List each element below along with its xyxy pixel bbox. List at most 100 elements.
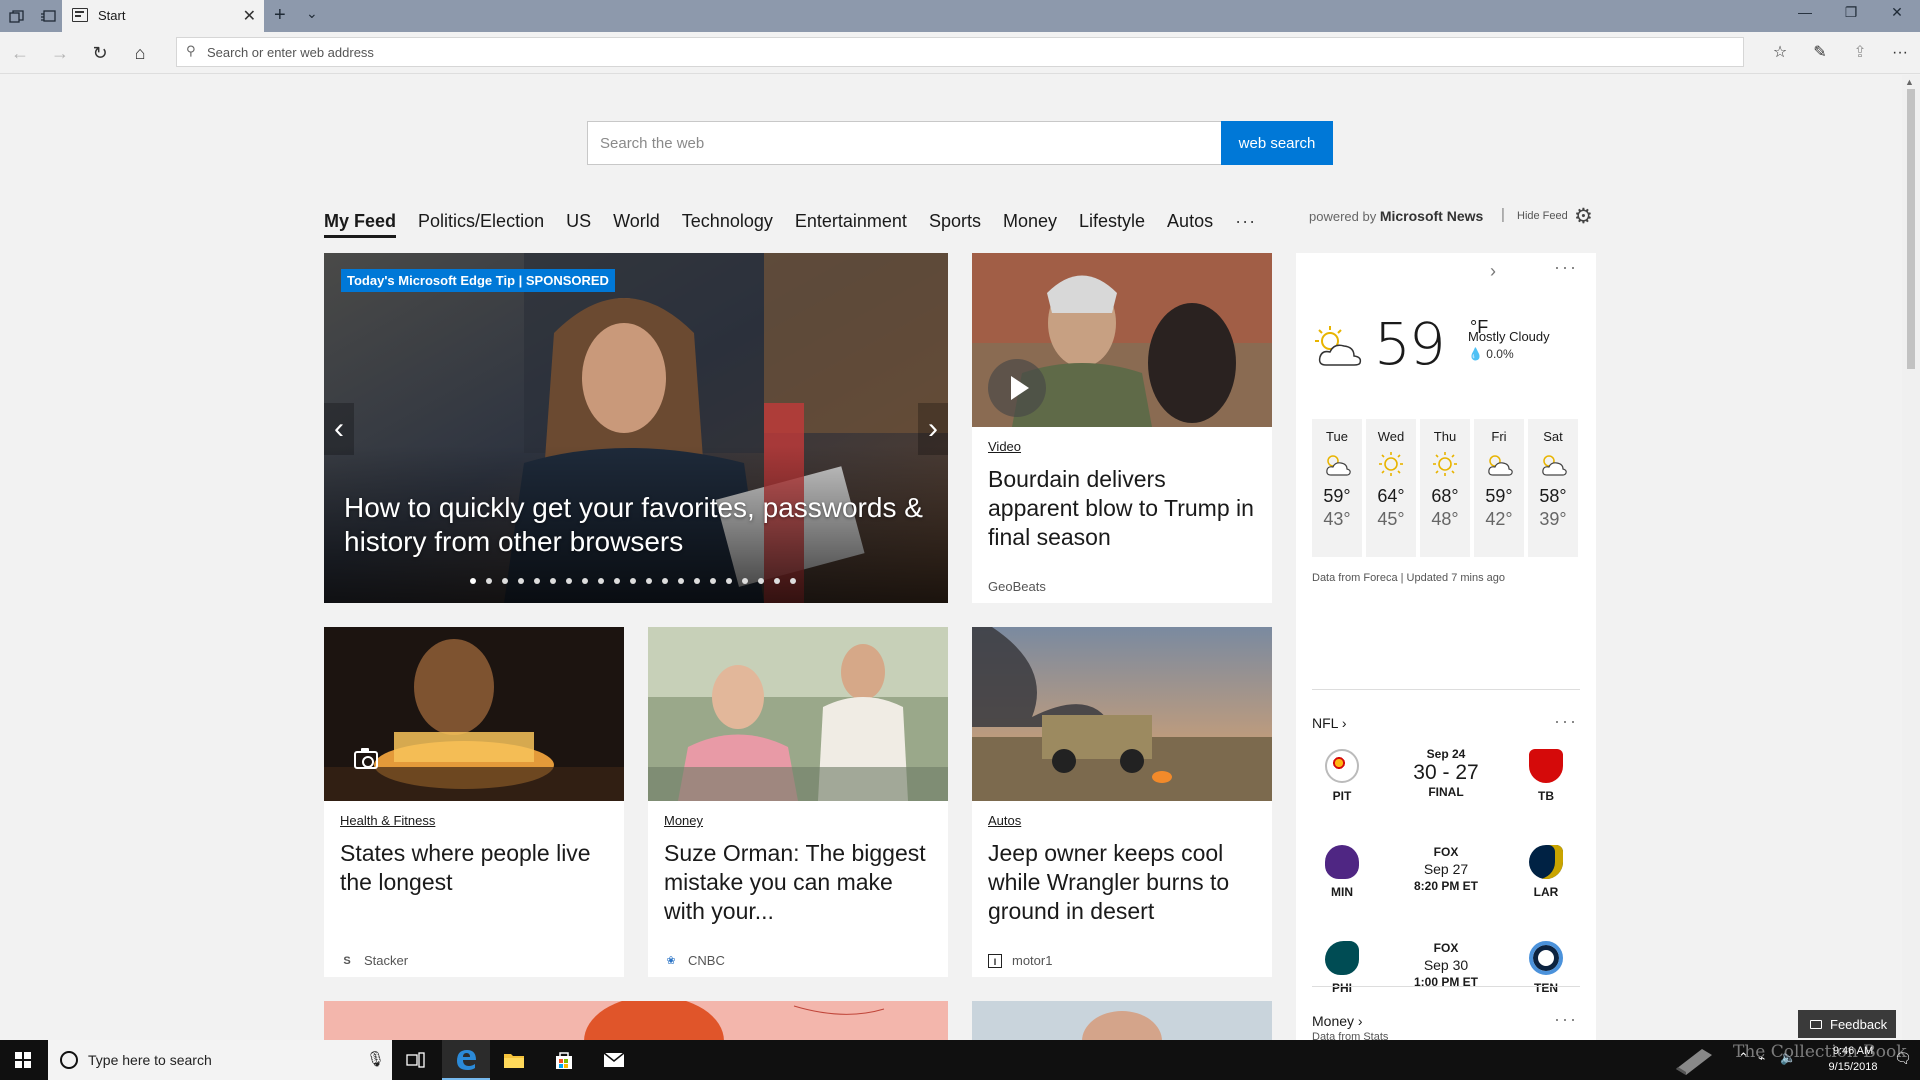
pen-icon[interactable]: ✎ [1808, 41, 1832, 65]
tab-money[interactable]: Money [1003, 211, 1057, 232]
card-category[interactable]: Money [664, 813, 703, 828]
card-category[interactable]: Health & Fitness [340, 813, 435, 828]
news-card[interactable]: Video Bourdain delivers apparent blow to… [972, 253, 1272, 603]
chevron-right-icon[interactable]: › [918, 403, 948, 455]
set-aside-tabs-icon[interactable] [40, 8, 56, 24]
nfl-game[interactable]: PHI FOX Sep 30 1:00 PM ET TEN [1312, 941, 1580, 1021]
nfl-game[interactable]: PIT Sep 24 30 - 27 FINAL TB [1312, 747, 1580, 829]
carousel-dot[interactable] [534, 578, 540, 584]
taskbar-search[interactable]: Type here to search 🎙 [48, 1040, 392, 1080]
news-card[interactable] [972, 1001, 1272, 1041]
card-title[interactable]: Suze Orman: The biggest mistake you can … [664, 839, 932, 926]
page-scrollbar[interactable]: ▲ [1902, 75, 1920, 1041]
forecast-day[interactable]: Sat 58° 39° [1528, 419, 1578, 557]
nfl-game[interactable]: MIN FOX Sep 27 8:20 PM ET LAR [1312, 845, 1580, 925]
carousel-dot[interactable] [790, 578, 796, 584]
carousel-dot[interactable] [582, 578, 588, 584]
carousel-dot[interactable] [774, 578, 780, 584]
forecast-day[interactable]: Fri 59° 42° [1474, 419, 1524, 557]
carousel-dot[interactable] [662, 578, 668, 584]
feedback-button[interactable]: Feedback [1798, 1010, 1896, 1038]
favorites-icon[interactable]: ☆ [1768, 41, 1792, 65]
scroll-up-icon[interactable]: ▲ [1905, 77, 1914, 87]
powered-brand[interactable]: Microsoft News [1380, 208, 1483, 224]
tab-preview-icon[interactable] [8, 8, 24, 24]
card-category[interactable]: Video [988, 439, 1021, 454]
carousel-dot[interactable] [566, 578, 572, 584]
edge-taskbar-button[interactable] [442, 1040, 490, 1080]
tab-start[interactable]: Start ✕ [62, 0, 264, 32]
forward-arrow-icon[interactable]: → [48, 41, 72, 65]
carousel-dot[interactable] [502, 578, 508, 584]
carousel-dot[interactable] [630, 578, 636, 584]
search-input[interactable] [588, 122, 1221, 164]
hero-title[interactable]: How to quickly get your favorites, passw… [344, 491, 924, 559]
hero-carousel[interactable]: Today's Microsoft Edge Tip | SPONSORED H… [324, 253, 948, 603]
gear-icon[interactable]: ⚙ [1574, 204, 1593, 229]
task-view-button[interactable] [392, 1040, 440, 1080]
news-card[interactable]: Money Suze Orman: The biggest mistake yo… [648, 627, 948, 977]
tab-politics-election[interactable]: Politics/Election [418, 211, 544, 232]
chevron-right-icon[interactable]: › [1490, 261, 1496, 282]
tab-world[interactable]: World [613, 211, 660, 232]
carousel-dot[interactable] [646, 578, 652, 584]
nfl-header[interactable]: NFL › [1312, 715, 1347, 731]
play-icon[interactable] [988, 359, 1046, 417]
start-button[interactable] [0, 1040, 46, 1080]
tab-my-feed[interactable]: My Feed [324, 211, 397, 238]
carousel-dot[interactable] [550, 578, 556, 584]
carousel-dot[interactable] [710, 578, 716, 584]
more-options-icon[interactable]: ··· [1554, 711, 1578, 732]
close-tab-icon[interactable]: ✕ [243, 6, 256, 26]
weather-source[interactable]: Data from Foreca | Updated 7 mins ago [1312, 572, 1505, 584]
more-options-icon[interactable]: ··· [1554, 257, 1578, 278]
carousel-dot[interactable] [742, 578, 748, 584]
tab-technology[interactable]: Technology [682, 211, 773, 232]
restore-icon[interactable]: ❐ [1828, 4, 1874, 28]
tab-lifestyle[interactable]: Lifestyle [1079, 211, 1145, 232]
forecast-day[interactable]: Tue 59° 43° [1312, 419, 1362, 557]
carousel-dot[interactable] [518, 578, 524, 584]
carousel-dot[interactable] [598, 578, 604, 584]
chevron-down-icon[interactable]: ⌄ [306, 5, 318, 22]
address-bar[interactable]: ⚲ Search or enter web address [176, 37, 1744, 67]
tab-sports[interactable]: Sports [929, 211, 981, 232]
card-title[interactable]: States where people live the longest [340, 839, 608, 897]
share-icon[interactable]: ⇪ [1848, 41, 1872, 65]
carousel-dot[interactable] [694, 578, 700, 584]
news-card[interactable] [324, 1001, 948, 1041]
minimize-icon[interactable]: — [1782, 4, 1828, 28]
scroll-thumb[interactable] [1907, 89, 1915, 369]
mail-button[interactable] [590, 1040, 638, 1080]
refresh-icon[interactable]: ↻ [88, 41, 112, 65]
card-category[interactable]: Autos [988, 813, 1021, 828]
news-card[interactable]: Health & Fitness States where people liv… [324, 627, 624, 977]
card-title[interactable]: Jeep owner keeps cool while Wrangler bur… [988, 839, 1256, 926]
carousel-dot[interactable] [470, 578, 476, 584]
more-menu-icon[interactable]: ··· [1888, 41, 1912, 65]
news-card[interactable]: Autos Jeep owner keeps cool while Wrangl… [972, 627, 1272, 977]
close-window-icon[interactable]: ✕ [1874, 4, 1920, 28]
home-icon[interactable]: ⌂ [128, 41, 152, 65]
forecast-day[interactable]: Thu 68° 48° [1420, 419, 1470, 557]
carousel-dot[interactable] [726, 578, 732, 584]
new-tab-icon[interactable]: + [274, 4, 286, 27]
carousel-dot[interactable] [758, 578, 764, 584]
tab-autos[interactable]: Autos [1167, 211, 1213, 232]
forecast-day[interactable]: Wed 64° 45° [1366, 419, 1416, 557]
carousel-dot[interactable] [614, 578, 620, 584]
carousel-dot[interactable] [678, 578, 684, 584]
tab-us[interactable]: US [566, 211, 591, 232]
file-explorer-button[interactable] [490, 1040, 538, 1080]
hide-feed-button[interactable]: Hide Feed [1517, 210, 1568, 222]
carousel-dot[interactable] [486, 578, 492, 584]
card-title[interactable]: Bourdain delivers apparent blow to Trump… [988, 465, 1256, 552]
chevron-left-icon[interactable]: ‹ [324, 403, 354, 455]
money-header[interactable]: Money › [1312, 1013, 1363, 1029]
microphone-icon[interactable]: 🎙 [366, 1050, 385, 1068]
more-tabs-button[interactable]: ··· [1235, 211, 1256, 232]
back-arrow-icon[interactable]: ← [8, 41, 32, 65]
web-search-button[interactable]: web search [1221, 121, 1333, 165]
store-button[interactable] [540, 1040, 588, 1080]
tab-entertainment[interactable]: Entertainment [795, 211, 907, 232]
